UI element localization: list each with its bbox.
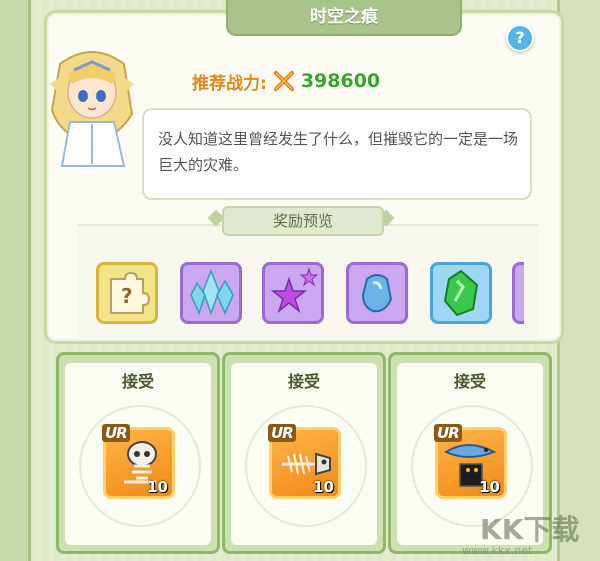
reward-item-partial — [512, 262, 524, 324]
help-icon[interactable]: ? — [506, 24, 534, 52]
power-value: 398600 — [300, 70, 381, 92]
reward-item-2[interactable] — [180, 262, 242, 324]
ur-badge: UR — [102, 424, 130, 442]
blue-stone-icon — [361, 274, 393, 313]
item-count: 10 — [479, 478, 500, 496]
reward-item-4[interactable] — [346, 262, 408, 324]
crossed-swords-icon — [273, 71, 294, 91]
reward-preview-title: 奖励预览 — [222, 206, 384, 236]
item-count: 10 — [313, 478, 334, 496]
left-frame — [0, 0, 31, 561]
recommended-power: 推荐战力: 398600 — [192, 68, 380, 94]
page-title: 时空之痕 — [226, 0, 462, 36]
character-portrait — [50, 51, 134, 167]
reward-item-3[interactable] — [262, 262, 324, 324]
accept-label[interactable]: 接受 — [231, 369, 377, 395]
ur-badge: UR — [434, 424, 462, 442]
accept-label[interactable]: 接受 — [65, 369, 211, 395]
purple-star-icon — [270, 267, 319, 314]
accept-label[interactable]: 接受 — [397, 369, 543, 395]
card-item-3[interactable]: UR 10 — [434, 424, 507, 499]
card-item-1[interactable]: UR 10 — [102, 424, 175, 499]
question-puzzle-icon: ? — [110, 271, 151, 314]
watermark-logo: KK下载 — [480, 513, 580, 546]
svg-text:?: ? — [121, 284, 133, 308]
ur-badge: UR — [268, 424, 296, 442]
green-gem-icon — [443, 269, 479, 317]
description-text: 没人知道这里曾经发生了什么，但摧毁它的一定是一场巨大的灾难。 — [158, 130, 519, 174]
watermark-url: www.kkx.net — [462, 544, 533, 557]
blue-crystal-icon — [190, 268, 234, 316]
quest-card-2[interactable]: 接受 UR 10 — [222, 352, 386, 554]
power-label: 推荐战力: — [192, 73, 267, 94]
card-item-2[interactable]: UR 10 — [268, 424, 341, 499]
reward-item-5[interactable] — [430, 262, 492, 324]
item-count: 10 — [147, 478, 168, 496]
reward-item-1[interactable]: ? — [96, 262, 158, 324]
quest-card-1[interactable]: 接受 UR 10 — [56, 352, 220, 554]
